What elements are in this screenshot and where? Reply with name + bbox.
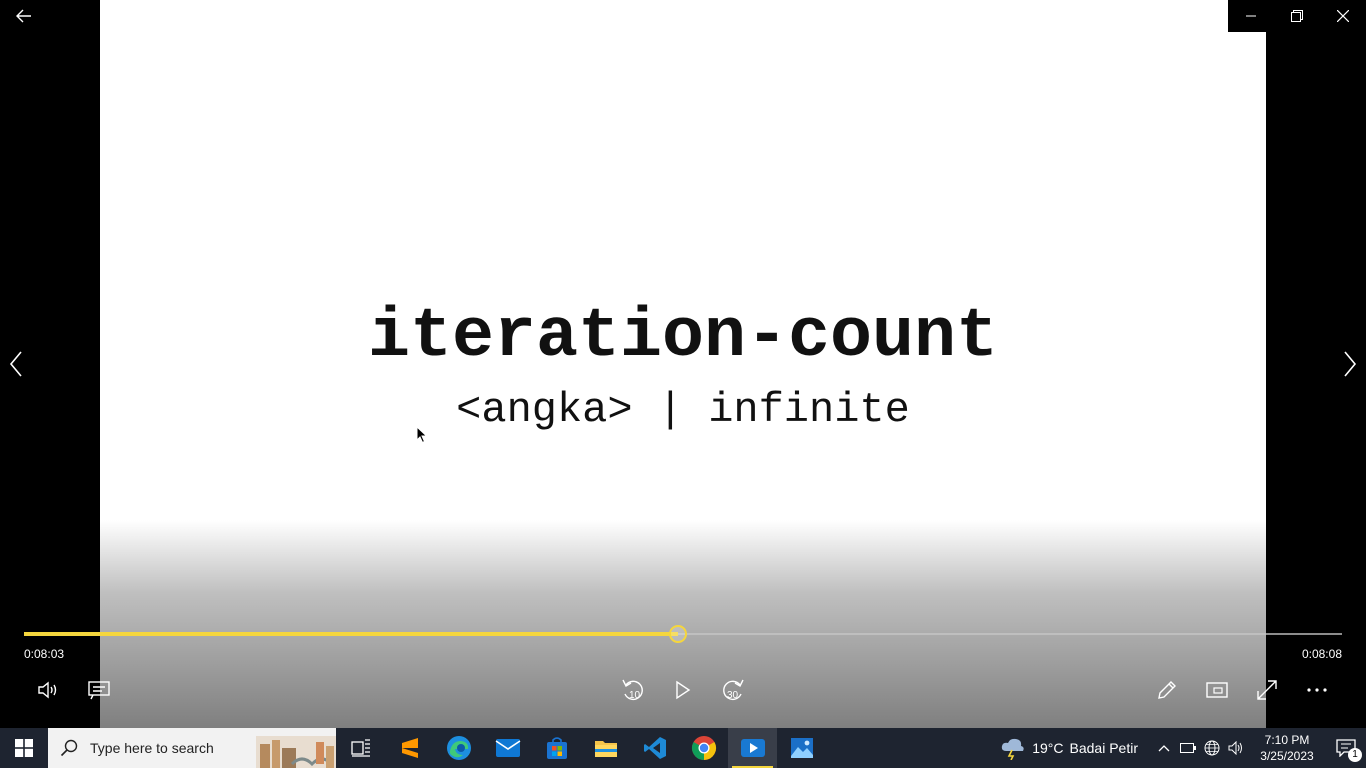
notifications-button[interactable]: 1: [1326, 728, 1366, 768]
chevron-left-icon: [9, 351, 22, 377]
show-hidden-icons-button[interactable]: [1152, 728, 1176, 768]
battery-icon: [1180, 743, 1196, 753]
minimize-icon: [1246, 15, 1256, 17]
speaker-icon: [1228, 741, 1242, 755]
search-placeholder: Type here to search: [90, 740, 214, 756]
skip-back-button[interactable]: 10: [617, 674, 649, 706]
photos-icon: [790, 738, 813, 758]
mail-icon: [495, 739, 520, 757]
taskbar-vs-code[interactable]: [630, 728, 679, 768]
pencil-icon: [1158, 681, 1176, 699]
taskbar-search[interactable]: Type here to search: [48, 728, 336, 768]
fullscreen-button[interactable]: [1251, 674, 1283, 706]
media-player-icon: [740, 739, 765, 757]
arrow-left-icon: [16, 9, 31, 23]
more-icon: [1307, 688, 1327, 692]
play-button[interactable]: [667, 674, 699, 706]
folder-icon: [594, 741, 617, 757]
slide-subtitle: <angka> | infinite: [456, 386, 910, 434]
edit-button[interactable]: [1151, 674, 1183, 706]
notification-badge: 1: [1348, 748, 1362, 762]
taskbar-edge[interactable]: [434, 728, 483, 768]
battery-button[interactable]: [1176, 728, 1200, 768]
clock[interactable]: 7:10 PM 3/25/2023: [1248, 732, 1326, 764]
play-icon: [676, 680, 691, 700]
volume-button[interactable]: [33, 674, 65, 706]
start-button[interactable]: [0, 728, 48, 768]
svg-text:30: 30: [727, 690, 739, 701]
captions-button[interactable]: [83, 674, 115, 706]
weather-description: Badai Petir: [1069, 740, 1138, 756]
task-view-button[interactable]: [336, 728, 385, 768]
fullscreen-icon: [1257, 680, 1277, 700]
thunderstorm-icon: [1002, 738, 1024, 760]
chevron-right-icon: [1344, 351, 1357, 377]
restore-icon: [1291, 10, 1303, 22]
chrome-icon: [691, 736, 716, 760]
close-button[interactable]: [1320, 0, 1366, 32]
mouse-cursor-icon: [416, 426, 428, 444]
volume-tray-button[interactable]: [1224, 728, 1248, 768]
close-icon: [1337, 10, 1349, 22]
search-icon: [60, 739, 78, 757]
more-options-button[interactable]: [1301, 674, 1333, 706]
volume-icon: [38, 681, 57, 699]
skip-forward-button[interactable]: 30: [717, 674, 749, 706]
video-area[interactable]: iteration-count <angka> | infinite: [0, 0, 1366, 728]
chevron-up-icon: [1158, 745, 1170, 752]
taskbar-file-explorer[interactable]: [581, 728, 630, 768]
seek-progress: [24, 632, 678, 636]
previous-button[interactable]: [0, 348, 32, 380]
total-time: 0:08:08: [1301, 647, 1342, 661]
seek-thumb[interactable]: [668, 625, 687, 643]
slide-title: iteration-count: [367, 298, 999, 377]
clock-date: 3/25/2023: [1260, 749, 1314, 763]
skip-back-10-icon: 10: [622, 679, 643, 701]
minimize-button[interactable]: [1228, 0, 1274, 32]
current-time: 0:08:03: [24, 647, 65, 661]
back-button[interactable]: [8, 2, 40, 30]
weather-temperature: 19°C: [1032, 740, 1064, 756]
store-icon: [546, 737, 567, 759]
edge-icon: [446, 736, 471, 760]
mini-view-icon: [1206, 682, 1228, 698]
sublime-text-icon: [401, 738, 418, 758]
taskbar-mail[interactable]: [483, 728, 532, 768]
clock-time: 7:10 PM: [1264, 733, 1310, 747]
svg-text:10: 10: [629, 690, 641, 701]
windows-logo-icon: [15, 739, 33, 757]
system-tray: 19°C Badai Petir 7:10 PM 3/25/2023 1: [1000, 728, 1366, 768]
taskbar-sublime-text[interactable]: [385, 728, 434, 768]
taskbar-media-player[interactable]: [728, 728, 777, 768]
weather-widget[interactable]: 19°C Badai Petir: [1000, 736, 1138, 760]
task-view-icon: [350, 739, 370, 757]
skip-forward-30-icon: 30: [723, 679, 744, 701]
taskbar-photos[interactable]: [777, 728, 826, 768]
window-controls: [1228, 0, 1366, 32]
restore-button[interactable]: [1274, 0, 1320, 32]
vs-code-icon: [643, 737, 666, 759]
globe-icon: [1204, 740, 1220, 756]
seek-bar[interactable]: [24, 624, 1342, 644]
mini-view-button[interactable]: [1201, 674, 1233, 706]
taskbar-microsoft-store[interactable]: [532, 728, 581, 768]
captions-icon: [88, 681, 110, 700]
next-button[interactable]: [1334, 348, 1366, 380]
search-highlight-image: [256, 736, 336, 768]
taskbar: Type here to search 19°C Badai Petir 7:1…: [0, 728, 1366, 768]
network-button[interactable]: [1200, 728, 1224, 768]
taskbar-chrome[interactable]: [679, 728, 728, 768]
media-player-window: iteration-count <angka> | infinite 0:08:…: [0, 0, 1366, 768]
